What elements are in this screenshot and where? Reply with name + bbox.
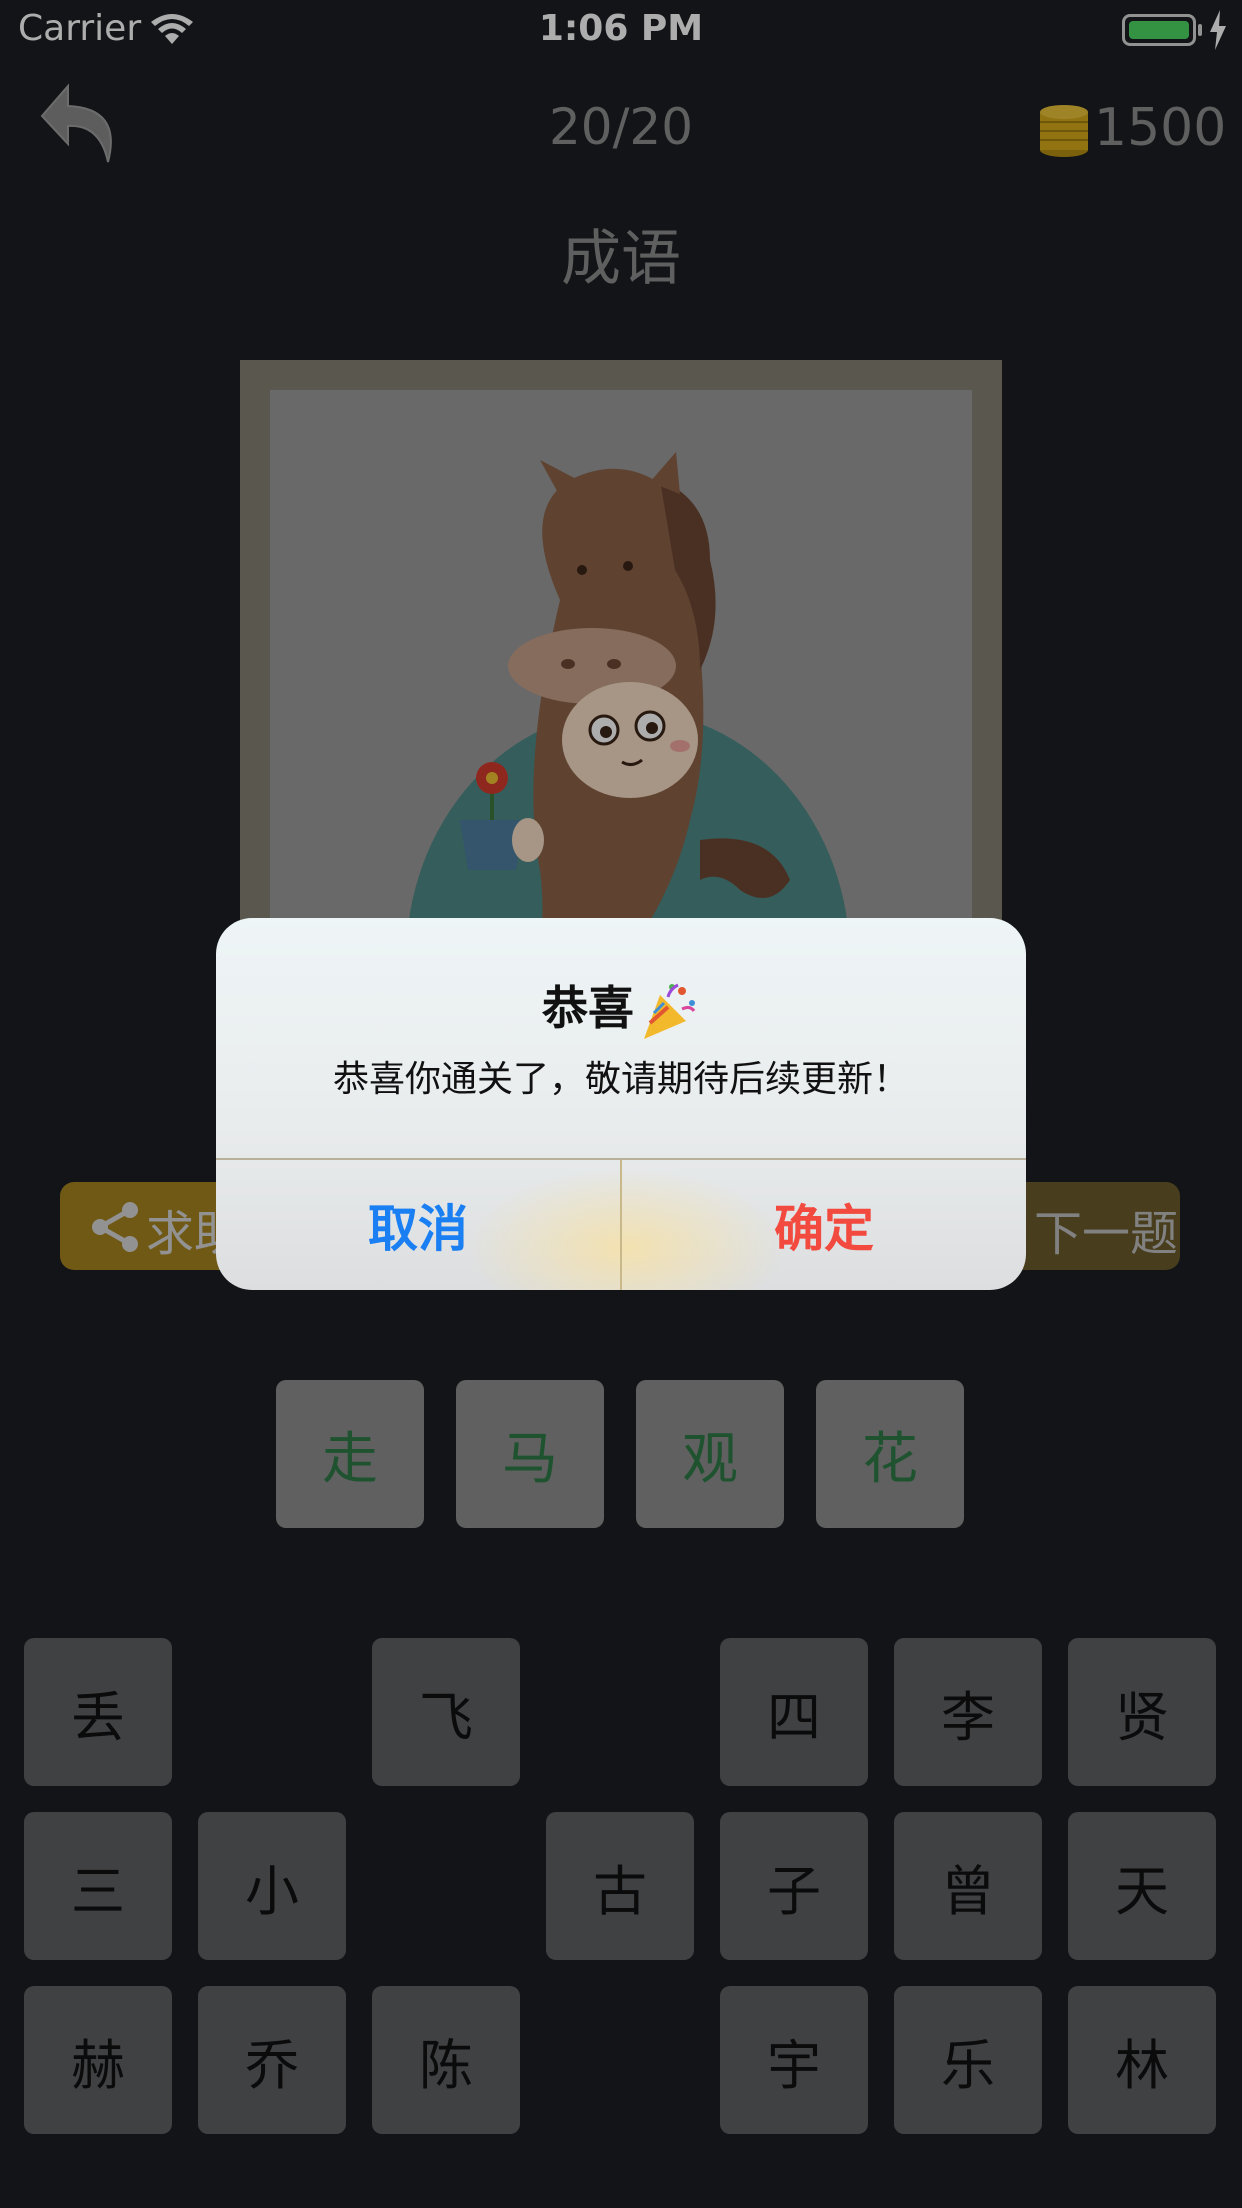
cancel-button[interactable]: 取消 (216, 1160, 620, 1290)
completion-alert: 恭喜 恭喜你通关了，敬请期待后续更新！ 取消 确定 (216, 918, 1026, 1290)
alert-title: 恭喜 (542, 981, 634, 1035)
alert-title-row: 恭喜 (216, 972, 1026, 1043)
party-popper-icon (644, 983, 696, 1039)
alert-message: 恭喜你通关了，敬请期待后续更新！ (332, 1059, 909, 1100)
confirm-button[interactable]: 确定 (622, 1160, 1026, 1290)
